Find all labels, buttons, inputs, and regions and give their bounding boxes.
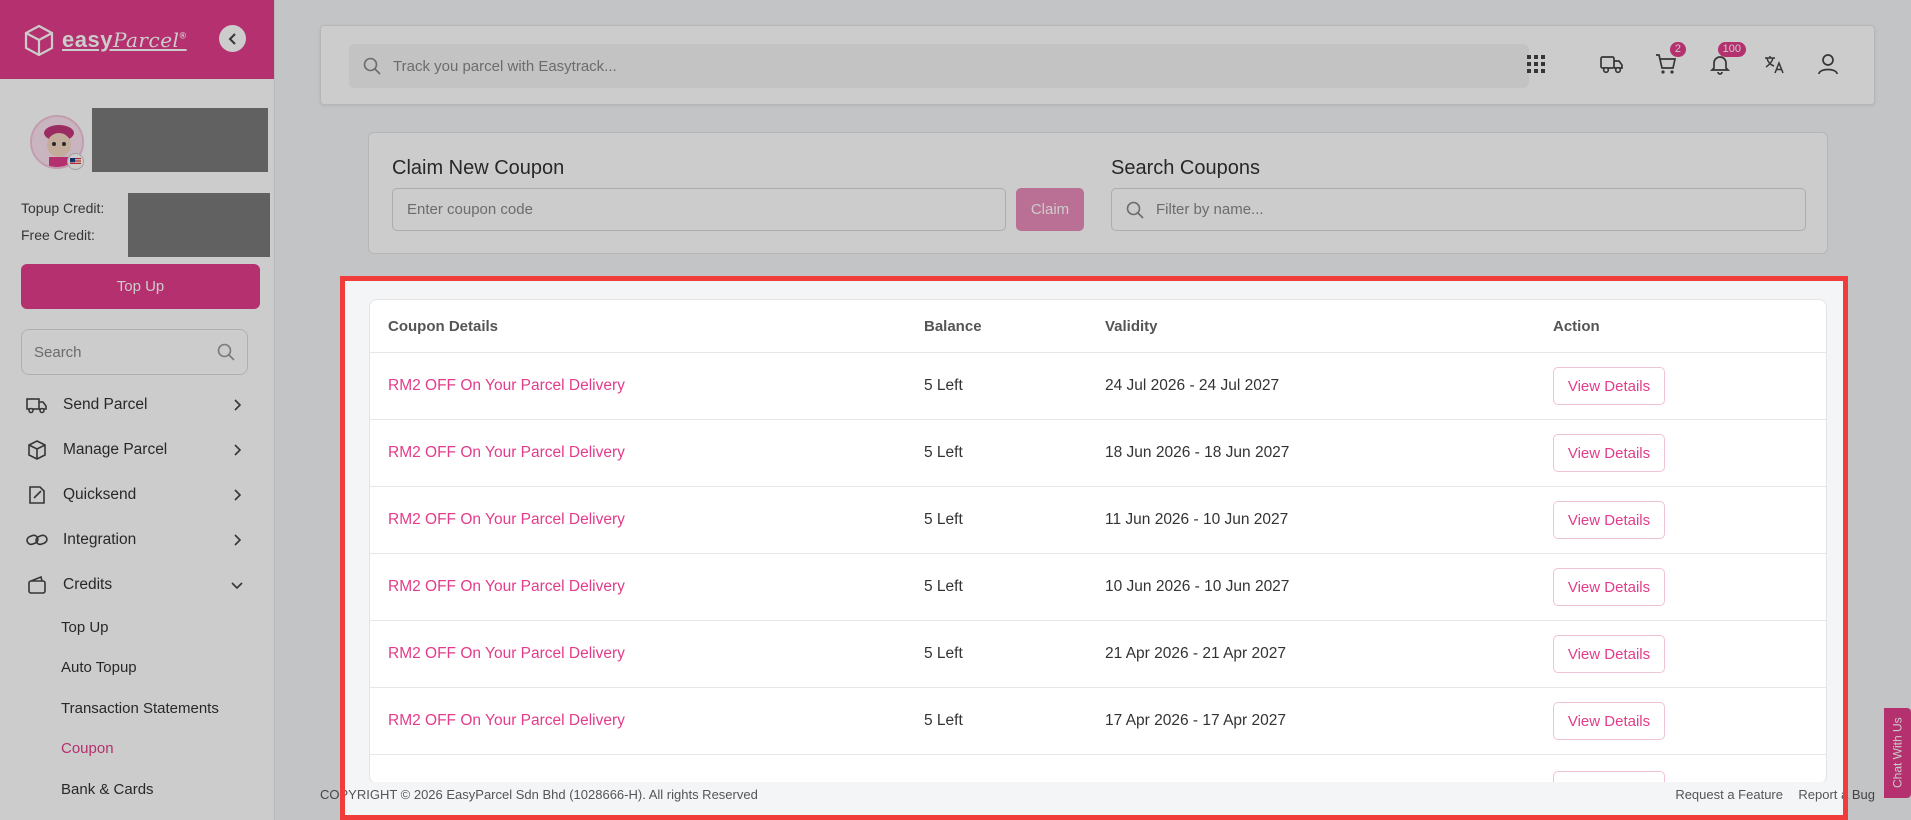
sidebar-subitem-auto-topup[interactable]: Auto Topup	[0, 648, 275, 689]
search-icon	[363, 57, 381, 75]
chevron-left-icon	[228, 32, 236, 45]
sidebar-item-label: Manage Parcel	[63, 440, 168, 458]
logo-text: easyParcel®	[62, 26, 187, 52]
easytrack-search-input[interactable]: Track you parcel with Easytrack...	[349, 44, 1529, 88]
sidebar: easyParcel® Topup Credit: Free Credit: T…	[0, 0, 275, 820]
claim-button[interactable]: Claim	[1016, 188, 1084, 231]
sidebar-item-integration[interactable]: Integration	[0, 517, 275, 562]
truck-icon	[26, 394, 48, 416]
translate-icon[interactable]	[1758, 48, 1790, 80]
highlight-frame	[340, 276, 1848, 820]
topup-button[interactable]: Top Up	[21, 264, 260, 309]
box-icon	[26, 439, 48, 461]
sidebar-nav: Send Parcel Manage Parcel Quicksend Inte…	[0, 382, 275, 810]
easytrack-placeholder: Track you parcel with Easytrack...	[393, 57, 617, 75]
sidebar-subitem-bank-cards[interactable]: Bank & Cards	[0, 769, 275, 810]
coupon-code-input[interactable]: Enter coupon code	[392, 188, 1006, 231]
search-icon	[217, 343, 235, 361]
cart-badge: 2	[1669, 42, 1686, 57]
topup-credit-label: Topup Credit:	[21, 200, 105, 216]
wallet-icon	[26, 574, 48, 596]
sidebar-subitem-top-up[interactable]: Top Up	[0, 607, 275, 648]
free-credit-label: Free Credit:	[21, 227, 95, 243]
sidebar-subitem-coupon[interactable]: Coupon	[0, 729, 275, 770]
search-coupons-title: Search Coupons	[1111, 157, 1260, 179]
notification-bell-icon[interactable]: 100	[1704, 42, 1746, 80]
sidebar-item-send-parcel[interactable]: Send Parcel	[0, 382, 275, 427]
search-icon	[1126, 201, 1144, 219]
claim-new-coupon-title: Claim New Coupon	[392, 157, 565, 179]
logo-box-icon	[24, 24, 54, 56]
chevron-right-icon	[231, 488, 243, 501]
chevron-right-icon	[231, 533, 243, 546]
coupon-filter-placeholder: Filter by name...	[1156, 201, 1264, 218]
sidebar-collapse-button[interactable]	[219, 25, 246, 52]
user-profile-icon[interactable]	[1812, 48, 1844, 80]
sidebar-search-placeholder: Search	[34, 343, 82, 361]
redacted-credit-values	[128, 193, 270, 257]
quicksend-icon	[26, 484, 48, 506]
chat-with-us-button[interactable]: Chat With Us	[1884, 708, 1911, 798]
cart-icon[interactable]: 2	[1650, 42, 1686, 80]
delivery-truck-icon[interactable]	[1596, 48, 1628, 80]
coupon-filter-input[interactable]: Filter by name...	[1111, 188, 1806, 231]
chevron-right-icon	[231, 398, 243, 411]
apps-grid-icon[interactable]	[1520, 48, 1552, 80]
brand-header: easyParcel®	[0, 0, 274, 79]
sidebar-search-input[interactable]: Search	[21, 329, 248, 375]
sidebar-item-credits[interactable]: Credits	[0, 562, 275, 607]
top-bar: Track you parcel with Easytrack... 2 100	[320, 25, 1875, 105]
sidebar-item-label: Quicksend	[63, 485, 137, 503]
sidebar-item-manage-parcel[interactable]: Manage Parcel	[0, 427, 275, 472]
top-icon-bar: 2 100	[1520, 42, 1844, 80]
redacted-username	[92, 108, 268, 172]
malaysia-flag-icon	[67, 153, 84, 170]
sidebar-subitem-transaction-statements[interactable]: Transaction Statements	[0, 688, 275, 729]
chevron-down-icon	[231, 579, 243, 591]
sidebar-item-label: Integration	[63, 530, 137, 548]
sidebar-item-label: Send Parcel	[63, 395, 148, 413]
coupon-code-placeholder: Enter coupon code	[407, 201, 533, 218]
link-icon	[26, 529, 48, 551]
sidebar-item-label: Credits	[63, 575, 113, 593]
chevron-right-icon	[231, 443, 243, 456]
sidebar-item-quicksend[interactable]: Quicksend	[0, 472, 275, 517]
notification-badge: 100	[1717, 42, 1746, 57]
coupon-claim-panel: Claim New Coupon Enter coupon code Claim…	[368, 132, 1828, 254]
